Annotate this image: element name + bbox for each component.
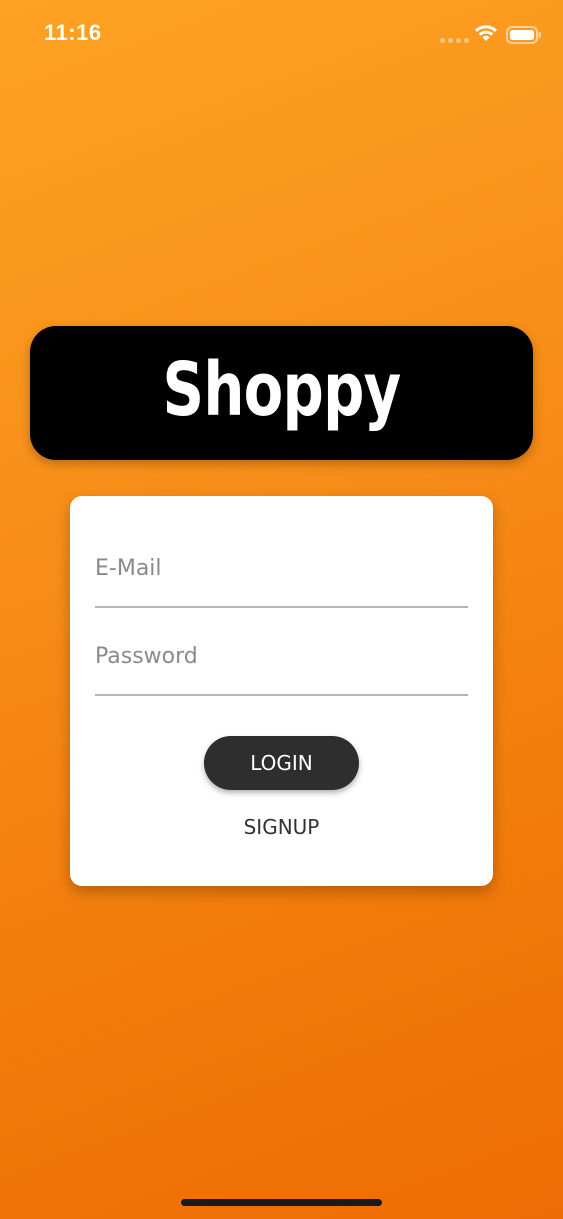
status-bar: 11:16 xyxy=(0,0,563,70)
login-button[interactable]: LOGIN xyxy=(204,736,359,790)
email-input[interactable] xyxy=(95,548,468,588)
battery-icon xyxy=(506,26,541,44)
wifi-icon xyxy=(475,25,497,41)
email-field-container xyxy=(95,548,468,608)
login-card: LOGIN SIGNUP xyxy=(70,496,493,886)
logo-banner: Shoppy xyxy=(30,326,533,460)
app-logo-text: Shoppy xyxy=(162,347,402,433)
status-time: 11:16 xyxy=(44,20,102,45)
signup-button[interactable]: SIGNUP xyxy=(180,812,383,842)
password-input[interactable] xyxy=(95,636,468,676)
home-indicator[interactable] xyxy=(181,1199,382,1206)
password-field-container xyxy=(95,636,468,696)
signal-icon xyxy=(440,38,469,43)
